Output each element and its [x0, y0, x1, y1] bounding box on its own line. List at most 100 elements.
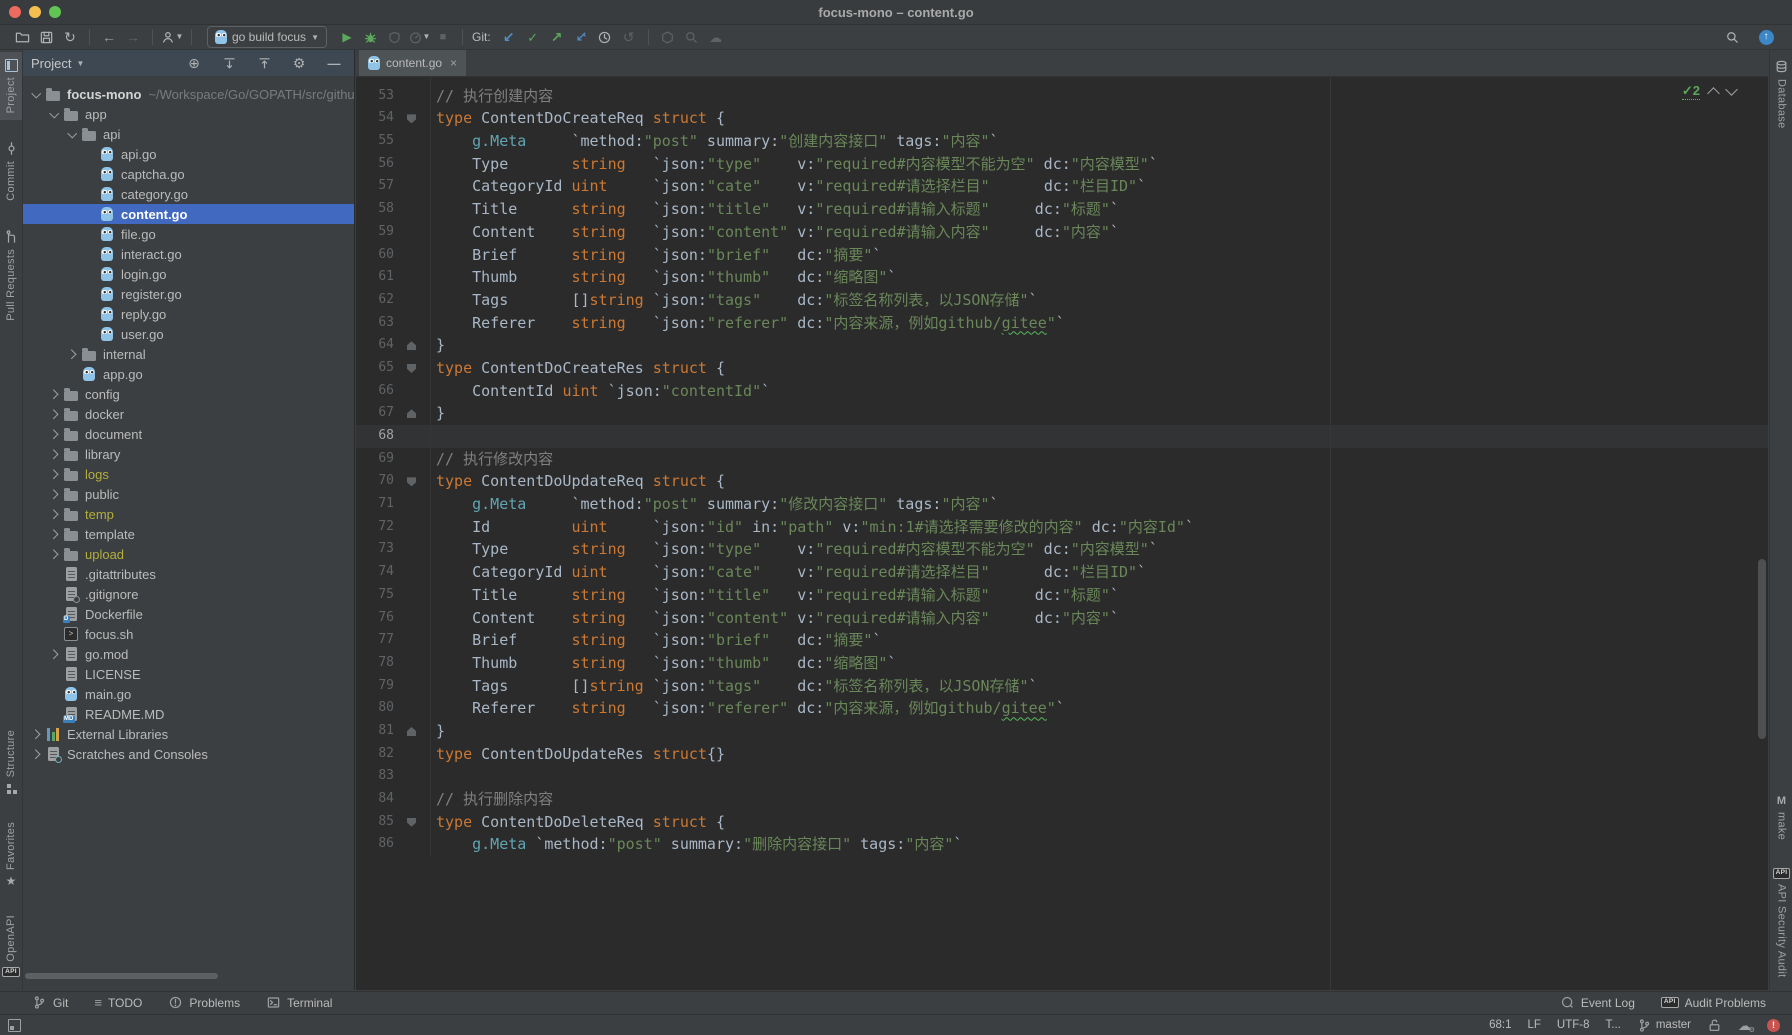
status-item-68-1[interactable]: 68:1: [1489, 1019, 1511, 1031]
line-number[interactable]: 71: [356, 493, 394, 516]
bar-item-terminal[interactable]: Terminal: [266, 995, 332, 1010]
line-number[interactable]: 62: [356, 289, 394, 312]
chevron-right-icon[interactable]: [29, 751, 44, 758]
gutter-fold-column[interactable]: [394, 312, 430, 335]
line-number[interactable]: 66: [356, 380, 394, 403]
line-number[interactable]: 72: [356, 516, 394, 539]
project-horizontal-scrollbar[interactable]: [25, 973, 218, 979]
minimize-window-button[interactable]: [29, 6, 41, 18]
status-item-cloud-settings[interactable]: ☁⚙: [1738, 1019, 1751, 1032]
profiler-button[interactable]: ▼: [407, 25, 431, 49]
chevron-right-icon[interactable]: [47, 491, 62, 498]
chevron-right-icon[interactable]: [47, 551, 62, 558]
back-button[interactable]: ←: [97, 25, 121, 49]
chevron-right-icon[interactable]: [47, 431, 62, 438]
forward-button[interactable]: →: [121, 25, 145, 49]
tree-item-file-go[interactable]: file.go: [23, 224, 354, 244]
expand-all-button[interactable]: [217, 51, 241, 75]
tool-stripe-tab-make[interactable]: Mmake: [1770, 789, 1792, 847]
merge-button[interactable]: [569, 25, 593, 49]
update-project-button[interactable]: ↙: [497, 25, 521, 49]
zoom-window-button[interactable]: [49, 6, 61, 18]
search-db-button[interactable]: [680, 25, 704, 49]
tree-item--gitattributes[interactable]: .gitattributes: [23, 564, 354, 584]
gutter-fold-column[interactable]: [394, 402, 430, 425]
locate-button[interactable]: ⊕: [182, 51, 206, 75]
line-number[interactable]: 83: [356, 765, 394, 788]
bar-item-git[interactable]: Git: [32, 995, 68, 1010]
gutter-fold-column[interactable]: [394, 266, 430, 289]
tree-item-api-go[interactable]: api.go: [23, 144, 354, 164]
collapse-all-button[interactable]: [252, 51, 276, 75]
bar-item-audit-problems[interactable]: APIAudit Problems: [1661, 996, 1766, 1010]
gutter-fold-column[interactable]: [394, 425, 430, 448]
tool-stripe-tab-favorites[interactable]: Favorites★: [0, 815, 22, 894]
close-window-button[interactable]: [9, 6, 21, 18]
tree-item-register-go[interactable]: register.go: [23, 284, 354, 304]
gutter-fold-column[interactable]: [394, 175, 430, 198]
tree-item-logs[interactable]: logs: [23, 464, 354, 484]
tree-item--gitignore[interactable]: .gitignore: [23, 584, 354, 604]
gutter-fold-column[interactable]: [394, 833, 430, 856]
commit-button[interactable]: ✓: [521, 25, 545, 49]
chevron-right-icon[interactable]: [47, 451, 62, 458]
gutter-fold-column[interactable]: [394, 334, 430, 357]
gutter-fold-column[interactable]: [394, 675, 430, 698]
tool-stripe-tab-pull-requests[interactable]: Pull Requests: [0, 222, 22, 328]
bar-item-todo[interactable]: ≡TODO: [94, 996, 142, 1010]
line-number[interactable]: 59: [356, 221, 394, 244]
gutter-fold-column[interactable]: [394, 561, 430, 584]
tree-item-app[interactable]: app: [23, 104, 354, 124]
tree-item-main-go[interactable]: main.go: [23, 684, 354, 704]
tool-stripe-tab-project[interactable]: Project: [0, 52, 22, 120]
line-number[interactable]: 58: [356, 198, 394, 221]
line-number[interactable]: 55: [356, 130, 394, 153]
gutter-fold-column[interactable]: [394, 244, 430, 267]
open-project-button[interactable]: [10, 25, 34, 49]
package-button[interactable]: [656, 25, 680, 49]
chevron-right-icon[interactable]: [47, 651, 62, 658]
tree-item-captcha-go[interactable]: captcha.go: [23, 164, 354, 184]
gutter-fold-column[interactable]: [394, 470, 430, 493]
status-item-utf-8[interactable]: UTF-8: [1557, 1019, 1590, 1031]
gutter-fold-column[interactable]: [394, 697, 430, 720]
search-button[interactable]: [1720, 25, 1744, 49]
tree-item-login-go[interactable]: login.go: [23, 264, 354, 284]
settings-button[interactable]: ⚙: [287, 51, 311, 75]
line-number[interactable]: 81: [356, 720, 394, 743]
tree-item-scratches-and-consoles[interactable]: Scratches and Consoles: [23, 744, 354, 764]
chevron-right-icon[interactable]: [65, 351, 80, 358]
tree-item-user-go[interactable]: user.go: [23, 324, 354, 344]
tool-stripe-tab-structure[interactable]: Structure: [0, 723, 22, 800]
line-number[interactable]: 64: [356, 334, 394, 357]
sync-button[interactable]: ↻: [58, 25, 82, 49]
gutter-fold-column[interactable]: [394, 130, 430, 153]
history-button[interactable]: [593, 25, 617, 49]
gutter-fold-column[interactable]: [394, 107, 430, 130]
gutter-fold-column[interactable]: [394, 652, 430, 675]
status-item-unlock[interactable]: [1707, 1018, 1722, 1033]
gutter-fold-column[interactable]: [394, 607, 430, 630]
line-number[interactable]: 79: [356, 675, 394, 698]
collaborators-button[interactable]: ▼: [160, 25, 184, 49]
tree-item-library[interactable]: library: [23, 444, 354, 464]
tree-item-content-go[interactable]: content.go: [23, 204, 354, 224]
tree-item-upload[interactable]: upload: [23, 544, 354, 564]
gutter-fold-column[interactable]: [394, 85, 430, 108]
gutter-fold-column[interactable]: [394, 765, 430, 788]
tree-item-focus-sh[interactable]: >focus.sh: [23, 624, 354, 644]
gutter-fold-column[interactable]: [394, 198, 430, 221]
line-number[interactable]: 74: [356, 561, 394, 584]
line-number[interactable]: 77: [356, 629, 394, 652]
tool-stripe-tab-commit[interactable]: Commit: [0, 134, 22, 208]
editor-tab-content-go[interactable]: content.go ×: [359, 50, 466, 76]
tool-stripe-tab-database[interactable]: Database: [1770, 52, 1792, 136]
ide-update-button[interactable]: ↑: [1754, 25, 1778, 49]
line-number[interactable]: 60: [356, 244, 394, 267]
tree-item-template[interactable]: template: [23, 524, 354, 544]
toolwindow-switcher-icon[interactable]: [8, 1019, 21, 1032]
line-number[interactable]: 70: [356, 470, 394, 493]
chevron-down-icon[interactable]: ▼: [76, 59, 84, 68]
run-button[interactable]: ▶: [335, 25, 359, 49]
cloud-button[interactable]: ☁: [704, 25, 728, 49]
